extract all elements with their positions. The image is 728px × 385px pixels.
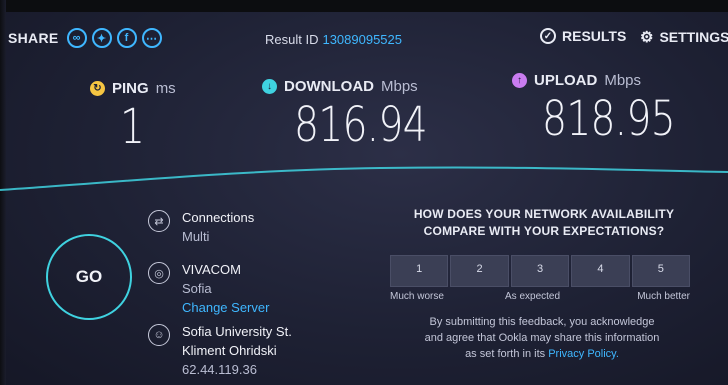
change-server-link[interactable]: Change Server [182,298,269,317]
results-label: RESULTS [562,28,627,44]
ip-address: 62.44.119.36 [182,362,257,377]
rating-option-3[interactable]: 3 [510,255,570,287]
upload-icon: ↑ [512,73,527,88]
rating-option-5[interactable]: 5 [631,255,691,287]
server-info: ◎ VIVACOM Sofia Change Server [148,260,269,317]
result-id: Result ID 13089095525 [265,32,402,47]
rating-option-2[interactable]: 2 [450,255,509,287]
connections-info: ⇄ Connections Multi [148,208,254,246]
upload-value: 818.95 [542,91,676,147]
connections-icon: ⇄ [148,210,170,232]
user-icon: ☺ [148,324,170,346]
speed-graph-line [0,166,728,191]
rating-scale: 1 2 3 4 5 [390,255,691,287]
ping-metric: ↻ PING ms 1 [90,80,176,155]
survey-question: HOW DOES YOUR NETWORK AVAILABILITY COMPA… [398,206,690,240]
rating-label-mid: As expected [505,291,561,302]
download-label: DOWNLOAD [284,78,374,95]
ping-label: PING [112,80,149,97]
upload-unit: Mbps [604,72,642,89]
server-city: Sofia [182,281,212,296]
disclaimer-line3: as set forth in its [465,348,546,360]
results-button[interactable]: ✓ RESULTS [540,28,626,44]
share-bar: SHARE ∞ ✦ f ⋯ [8,28,162,48]
rating-label-high: Much better [637,291,690,302]
isp-name: VIVACOM [182,262,241,277]
more-icon[interactable]: ⋯ [141,28,162,48]
ping-value: 1 [120,99,145,155]
rating-option-1[interactable]: 1 [390,255,449,287]
upload-label: UPLOAD [534,72,598,89]
connections-title: Connections [182,210,255,225]
connections-mode[interactable]: Multi [182,227,254,246]
settings-button[interactable]: ⚙ SETTINGS [640,28,728,46]
privacy-policy-link[interactable]: Privacy Policy. [548,348,619,360]
go-button[interactable]: GO [46,234,132,320]
twitter-icon[interactable]: ✦ [91,28,112,48]
download-value: 816.94 [294,97,428,153]
share-label: SHARE [8,30,59,46]
feedback-disclaimer: By submitting this feedback, you acknowl… [396,314,688,362]
disclaimer-line1: By submitting this feedback, you acknowl… [429,316,655,328]
monitor-bezel [0,0,728,12]
ping-unit: ms [155,80,176,97]
gear-icon: ⚙ [640,29,654,46]
result-id-link[interactable]: 13089095525 [322,32,402,47]
link-icon[interactable]: ∞ [66,28,87,48]
result-id-label: Result ID [265,32,319,47]
survey-question-line1: HOW DOES YOUR NETWORK AVAILABILITY [413,207,675,221]
download-metric: ↓ DOWNLOAD Mbps 816.94 [262,78,456,153]
facebook-icon[interactable]: f [116,28,137,48]
globe-icon: ◎ [148,262,170,284]
rating-label-low: Much worse [390,291,444,302]
host-name-line2: Kliment Ohridski [182,343,277,358]
download-icon: ↓ [262,79,277,94]
top-bar: SHARE ∞ ✦ f ⋯ Result ID 13089095525 ✓ RES… [0,20,728,54]
ping-icon: ↻ [90,81,105,96]
disclaimer-line2: and agree that Ookla may share this info… [424,332,660,344]
host-name-line1: Sofia University St. [182,324,292,339]
upload-metric: ↑ UPLOAD Mbps 818.95 [512,72,704,147]
settings-label: SETTINGS [659,29,728,45]
survey-question-line2: COMPARE WITH YOUR EXPECTATIONS? [423,224,665,238]
host-info: ☺ Sofia University St. Kliment Ohridski … [148,322,292,379]
rating-option-4[interactable]: 4 [571,255,630,287]
check-icon: ✓ [540,28,556,44]
download-unit: Mbps [381,78,418,95]
